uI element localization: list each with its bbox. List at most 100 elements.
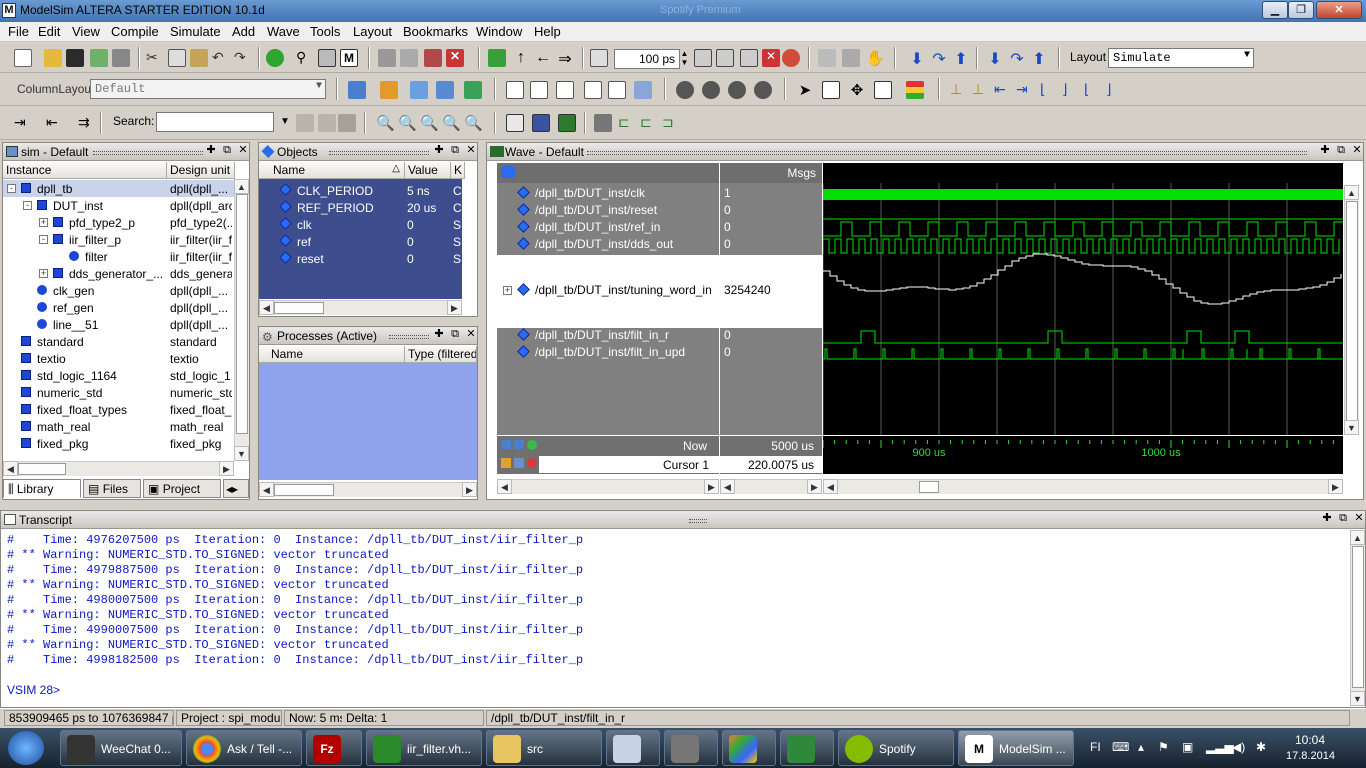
scroll-right-arrow[interactable]: ▶ xyxy=(462,482,477,497)
sim-tree-row[interactable]: std_logic_1164 std_logic_1... xyxy=(3,367,234,384)
minimize-button[interactable]: ▁ xyxy=(1262,1,1288,19)
sim-tree-row[interactable]: - iir_filter_p iir_filter(iir_f... xyxy=(3,231,234,248)
scroll-thumb[interactable] xyxy=(18,463,66,475)
sim-tree-row[interactable]: + pfd_type2_p pfd_type2(... xyxy=(3,214,234,231)
names-horizontal-scrollbar[interactable]: ◀ ▶ xyxy=(497,479,719,494)
remove-cursor-icon[interactable] xyxy=(527,458,537,468)
stop-sim-icon[interactable] xyxy=(782,49,800,67)
step-nav-icon[interactable]: ⇥ xyxy=(14,114,32,132)
menu-bookmarks[interactable]: Bookmarks xyxy=(403,24,468,39)
panel-add-button[interactable]: ✚ xyxy=(205,145,217,157)
scroll-up-arrow[interactable]: ▲ xyxy=(1344,185,1359,200)
wave-add-icon[interactable] xyxy=(348,81,366,99)
volume-icon[interactable]: ◀) xyxy=(1232,740,1245,754)
search-options-icon[interactable] xyxy=(338,114,356,132)
sim-tree-row[interactable]: textio textio xyxy=(3,350,234,367)
wave-edit-icon[interactable] xyxy=(410,81,428,99)
reload-icon[interactable] xyxy=(90,49,108,67)
sim-tree-row[interactable]: line__51 dpll(dpll_... xyxy=(3,316,234,333)
sim-tree-row[interactable]: + dds_generator_... dds_genera... xyxy=(3,265,234,282)
keyboard-icon[interactable]: ⌨ xyxy=(1112,740,1129,754)
task-chrome[interactable]: Ask / Tell -... xyxy=(186,730,302,766)
task-filezilla[interactable]: Fz xyxy=(306,730,362,766)
info-icon[interactable] xyxy=(584,81,602,99)
scroll-thumb[interactable] xyxy=(1352,546,1364,688)
tab-more[interactable]: ◂▸ xyxy=(223,479,249,498)
scroll-up-arrow[interactable]: ▲ xyxy=(234,179,249,194)
save-icon[interactable] xyxy=(66,49,84,67)
sim-tree-row[interactable]: - DUT_inst dpll(dpll_arch xyxy=(3,197,234,214)
task-media[interactable] xyxy=(664,730,718,766)
edit-cursor-icon[interactable] xyxy=(514,440,524,449)
menu-compile[interactable]: Compile xyxy=(111,24,159,39)
sim-horizontal-scrollbar[interactable]: ◀ ▶ xyxy=(3,461,234,476)
memory-icon[interactable] xyxy=(842,49,860,67)
wave-signal-name[interactable]: /dpll_tb/DUT_inst/filt_in_upd xyxy=(535,345,685,359)
column-process-type[interactable]: Type (filtered) xyxy=(405,346,477,363)
run-length-spinner[interactable]: ▲ ▼ xyxy=(680,49,689,67)
panel-add-button[interactable]: ✚ xyxy=(1321,513,1333,525)
plus-cursor-icon[interactable] xyxy=(527,440,537,450)
zoom-last-icon[interactable]: 🔍 xyxy=(464,114,483,132)
wave-view-icon[interactable] xyxy=(506,114,524,132)
move-icon[interactable]: ✥ xyxy=(848,81,866,99)
sim-tree-row[interactable]: fixed_float_types fixed_float_... xyxy=(3,401,234,418)
objects-horizontal-scrollbar[interactable]: ◀ ▶ xyxy=(259,300,462,315)
measure-icon[interactable] xyxy=(874,81,892,99)
cursor-icon[interactable] xyxy=(506,81,524,99)
modelsim-app-icon[interactable]: M xyxy=(2,3,16,18)
wave-divider-icon[interactable] xyxy=(436,81,454,99)
object-row[interactable]: CLK_PERIOD 5 ns C xyxy=(259,182,462,199)
search-dropdown-icon[interactable]: ▼ xyxy=(276,113,294,131)
lock-icon[interactable] xyxy=(501,458,511,468)
dataflow-view-icon[interactable] xyxy=(558,114,576,132)
add-icon[interactable] xyxy=(266,49,284,67)
wave-signal-name[interactable]: /dpll_tb/DUT_inst/tuning_word_in xyxy=(535,283,712,297)
task-windows-app[interactable] xyxy=(722,730,776,766)
processes-horizontal-scrollbar[interactable]: ◀ ▶ xyxy=(259,482,477,497)
panel-close-button[interactable]: ✕ xyxy=(465,329,477,341)
panel-grip[interactable] xyxy=(587,151,1307,155)
modelsim-icon[interactable]: M xyxy=(340,49,358,67)
task-gvim[interactable]: iir_filter.vh... xyxy=(366,730,482,766)
wrench-icon[interactable] xyxy=(514,458,524,468)
layout-select[interactable]: Simulate ▼ xyxy=(1108,48,1254,68)
column-layout-select[interactable]: Default ▼ xyxy=(90,79,326,99)
sim-tree-row[interactable]: clk_gen dpll(dpll_... xyxy=(3,282,234,299)
clock-date[interactable]: 17.8.2014 xyxy=(1286,750,1335,762)
scroll-right-arrow[interactable]: ▶ xyxy=(219,461,234,476)
edge-left-icon[interactable]: ⇤ xyxy=(994,81,1012,99)
hand-icon[interactable]: ✋ xyxy=(866,49,885,67)
edge-right-icon[interactable]: ⇥ xyxy=(1016,81,1034,99)
scroll-thumb[interactable] xyxy=(1346,201,1358,421)
menu-wave[interactable]: Wave xyxy=(267,24,300,39)
wave-signal-name[interactable]: /dpll_tb/DUT_inst/reset xyxy=(535,203,657,217)
scroll-thumb[interactable] xyxy=(236,194,248,434)
signal-group-icon[interactable] xyxy=(501,166,515,178)
task-explorer[interactable]: src xyxy=(486,730,602,766)
step-out-current-icon[interactable]: ⬆ xyxy=(1030,49,1048,68)
zoom-box-icon[interactable] xyxy=(822,81,840,99)
task-spotify[interactable]: Spotify xyxy=(838,730,954,766)
step-icon[interactable] xyxy=(400,49,418,67)
tray-arrow-icon[interactable]: ▴ xyxy=(1138,740,1144,754)
panel-grip[interactable] xyxy=(389,335,429,339)
wave-signal-name[interactable]: /dpll_tb/DUT_inst/clk xyxy=(535,186,645,200)
scroll-left-arrow[interactable]: ◀ xyxy=(259,300,274,315)
scroll-down-arrow[interactable]: ▼ xyxy=(234,446,249,461)
step-into-icon[interactable]: ⬇ xyxy=(908,49,926,68)
wave-signal-name[interactable]: /dpll_tb/DUT_inst/ref_in xyxy=(535,220,660,234)
run-all-icon[interactable] xyxy=(740,49,758,67)
usb-icon[interactable]: ▣ xyxy=(1182,740,1193,754)
select-pointer-icon[interactable]: ➤ xyxy=(796,81,814,99)
break-icon[interactable] xyxy=(378,49,396,67)
column-process-name[interactable]: Name xyxy=(259,346,405,363)
sim-tree-row[interactable]: filter iir_filter(iir_f... xyxy=(3,248,234,265)
run-length-input[interactable] xyxy=(614,49,680,69)
continue-icon[interactable] xyxy=(716,49,734,67)
panel-grip[interactable] xyxy=(329,151,429,155)
wave-signal-name[interactable]: /dpll_tb/DUT_inst/dds_out xyxy=(535,237,673,251)
tab-library[interactable]: ⫼ Library xyxy=(3,479,81,498)
up-arrow-icon[interactable]: ↑ xyxy=(512,49,530,67)
gear-icon[interactable] xyxy=(702,81,720,99)
